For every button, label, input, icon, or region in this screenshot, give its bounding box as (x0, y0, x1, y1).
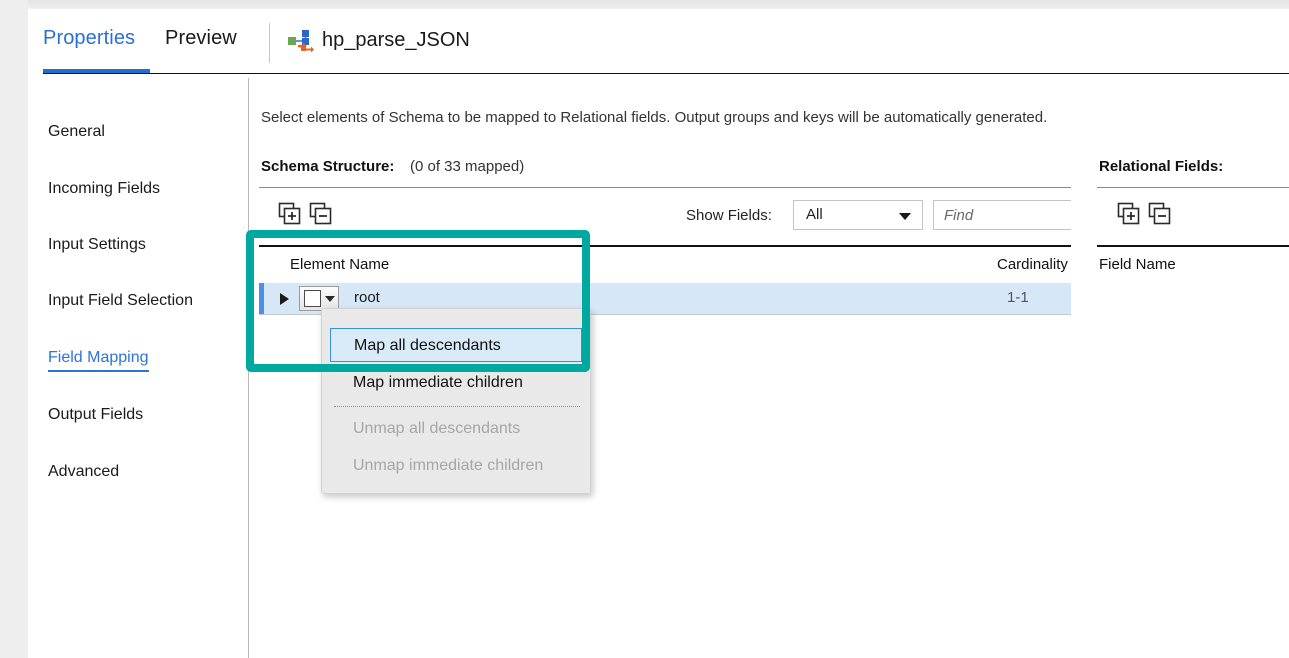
menu-item-unmap-all-descendants: Unmap all descendants (353, 420, 521, 437)
column-header-field-name: Field Name (1099, 256, 1176, 273)
chevron-down-icon (899, 213, 911, 220)
menu-separator (334, 406, 580, 407)
expand-all-icon[interactable] (1117, 202, 1143, 226)
tab-bar: Properties Preview hp_parse_JSON (28, 9, 1289, 78)
relational-grid-rule (1097, 245, 1289, 247)
relational-fields-panel: Relational Fields: Field Name (1071, 78, 1289, 658)
properties-panel: Properties Preview hp_parse_JSON General… (28, 9, 1289, 658)
show-fields-label: Show Fields: (686, 207, 772, 224)
chevron-right-icon[interactable] (280, 293, 289, 305)
row-selection-marker (259, 283, 264, 314)
menu-item-map-immediate-children[interactable]: Map immediate children (330, 366, 582, 400)
context-menu: Map all descendants Map immediate childr… (321, 308, 591, 494)
object-title: hp_parse_JSON (322, 29, 470, 51)
sidebar-item-field-mapping[interactable]: Field Mapping (48, 348, 149, 372)
transformation-icon (288, 29, 314, 55)
row-cardinality: 1-1 (1007, 289, 1029, 306)
menu-item-map-all-descendants[interactable]: Map all descendants (330, 328, 582, 362)
checkbox-icon (304, 290, 321, 307)
column-header-element-name: Element Name (290, 256, 390, 273)
schema-mapped-count: (0 of 33 mapped) (410, 158, 525, 175)
collapse-all-icon[interactable] (1148, 202, 1174, 226)
grid-header-rule (259, 245, 1073, 247)
tab-preview[interactable]: Preview (165, 25, 237, 51)
sidebar-item-advanced[interactable]: Advanced (48, 462, 119, 482)
sidebar-item-general[interactable]: General (48, 122, 105, 142)
schema-header-rule (259, 187, 1073, 188)
schema-structure-label: Schema Structure: (261, 158, 395, 175)
column-header-cardinality: Cardinality (997, 256, 1068, 273)
relational-fields-label: Relational Fields: (1099, 158, 1224, 175)
window-left-gutter (0, 0, 28, 658)
relational-header-rule (1097, 187, 1289, 188)
menu-item-unmap-immediate-children: Unmap immediate children (353, 457, 544, 474)
sidebar-item-input-settings[interactable]: Input Settings (48, 235, 146, 255)
row-element-name: root (354, 289, 380, 306)
application-window: Properties Preview hp_parse_JSON General… (0, 0, 1289, 658)
sidebar-item-output-fields[interactable]: Output Fields (48, 405, 143, 425)
show-fields-value: All (806, 206, 823, 223)
chevron-down-icon (325, 296, 335, 302)
sidebar-item-incoming-fields[interactable]: Incoming Fields (48, 179, 160, 199)
tab-bar-rule (43, 73, 1289, 74)
tab-properties[interactable]: Properties (43, 25, 135, 51)
show-fields-select[interactable]: All (793, 200, 923, 230)
collapse-all-icon[interactable] (309, 202, 335, 226)
instruction-text: Select elements of Schema to be mapped t… (261, 109, 1048, 126)
tab-separator (269, 23, 270, 63)
sidebar-item-input-field-selection[interactable]: Input Field Selection (48, 291, 193, 311)
find-input[interactable] (933, 200, 1081, 230)
window-top-gutter (0, 0, 1289, 9)
properties-sidebar: General Incoming Fields Input Settings I… (28, 78, 248, 658)
expand-all-icon[interactable] (278, 202, 304, 226)
